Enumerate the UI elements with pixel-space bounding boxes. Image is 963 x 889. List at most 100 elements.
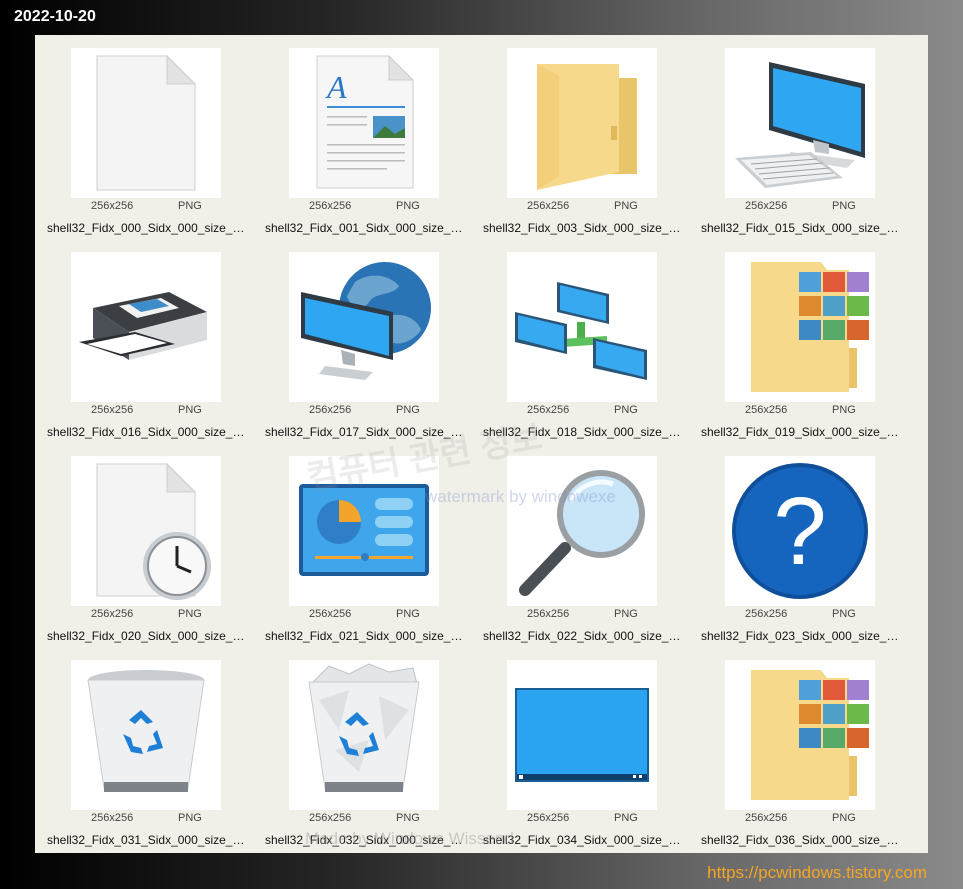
file-tile[interactable]: 256x256 PNG shell32_Fidx_031_Sidx_000_siz…	[35, 647, 253, 851]
file-tile[interactable]: 256x256 PNG shell32_Fidx_022_Sidx_000_siz…	[471, 443, 689, 647]
file-name: shell32_Fidx_003_Sidx_000_size_25...	[483, 221, 683, 235]
date-label: 2022-10-20	[14, 8, 96, 25]
format-label: PNG	[832, 608, 856, 620]
file-tile[interactable]: 256x256 PNG shell32_Fidx_003_Sidx_000_siz…	[471, 35, 689, 239]
file-name: shell32_Fidx_023_Sidx_000_size_25...	[701, 629, 901, 643]
file-tile[interactable]: 256x256 PNG shell32_Fidx_032_Sidx_000_siz…	[253, 647, 471, 851]
file-tile[interactable]: 256x256 PNG shell32_Fidx_021_Sidx_000_siz…	[253, 443, 471, 647]
pictures-folder-icon	[751, 670, 869, 800]
file-name: shell32_Fidx_001_Sidx_000_size_25...	[265, 221, 465, 235]
file-tile[interactable]: 256x256 PNG shell32_Fidx_000_Sidx_000_siz…	[35, 35, 253, 239]
computer-icon	[735, 62, 865, 188]
format-label: PNG	[614, 200, 638, 212]
thumbnail	[71, 48, 221, 198]
dimensions-label: 256x256	[91, 608, 134, 620]
format-label: PNG	[396, 812, 420, 824]
thumbnail	[71, 660, 221, 810]
thumbnail	[725, 660, 875, 810]
format-label: PNG	[396, 200, 420, 212]
file-grid: 256x256 PNG shell32_Fidx_000_Sidx_000_siz…	[35, 35, 928, 853]
format-label: PNG	[832, 812, 856, 824]
thumbnail	[71, 456, 221, 606]
file-tile[interactable]: 256x256 PNG shell32_Fidx_016_Sidx_000_siz…	[35, 239, 253, 443]
dimensions-label: 256x256	[527, 404, 570, 416]
format-label: PNG	[178, 200, 202, 212]
text-document-icon: A	[316, 54, 415, 189]
file-name: shell32_Fidx_016_Sidx_000_size_25...	[47, 425, 247, 439]
file-name: shell32_Fidx_019_Sidx_000_size_25...	[701, 425, 901, 439]
file-tile[interactable]: 256x256 PNG shell32_Fidx_017_Sidx_000_siz…	[253, 239, 471, 443]
dimensions-label: 256x256	[91, 200, 134, 212]
file-name: shell32_Fidx_020_Sidx_000_size_25...	[47, 629, 247, 643]
thumbnail: A	[289, 48, 439, 198]
svg-text:?: ?	[773, 478, 826, 585]
dimensions-label: 256x256	[527, 200, 570, 212]
search-magnifier-icon	[519, 470, 645, 596]
file-tile[interactable]: 256x256 PNG shell32_Fidx_018_Sidx_000_siz…	[471, 239, 689, 443]
file-name: shell32_Fidx_018_Sidx_000_size_25...	[483, 425, 683, 439]
format-label: PNG	[178, 404, 202, 416]
dimensions-label: 256x256	[527, 812, 570, 824]
dimensions-label: 256x256	[745, 404, 788, 416]
format-label: PNG	[614, 812, 638, 824]
dimensions-label: 256x256	[527, 608, 570, 620]
file-name: shell32_Fidx_015_Sidx_000_size_25...	[701, 221, 901, 235]
format-label: PNG	[832, 404, 856, 416]
thumbnail: ?	[725, 456, 875, 606]
folder-icon	[537, 64, 637, 190]
file-tile[interactable]: 256x256 PNG shell32_Fidx_036_Sidx_000_siz…	[689, 647, 907, 851]
dimensions-label: 256x256	[745, 608, 788, 620]
file-name: shell32_Fidx_031_Sidx_000_size_25...	[47, 833, 247, 847]
format-label: PNG	[396, 404, 420, 416]
format-label: PNG	[832, 200, 856, 212]
thumbnail	[725, 48, 875, 198]
file-name: shell32_Fidx_022_Sidx_000_size_25...	[483, 629, 683, 643]
file-name: shell32_Fidx_017_Sidx_000_size_25...	[265, 425, 465, 439]
dimensions-label: 256x256	[745, 812, 788, 824]
thumbnail	[507, 660, 657, 810]
file-tile[interactable]: 256x256 PNG shell32_Fidx_034_Sidx_000_siz…	[471, 647, 689, 851]
file-tile[interactable]: ? 256x256 PNG shell32_Fidx_023_Sidx_000_s…	[689, 443, 907, 647]
format-label: PNG	[614, 608, 638, 620]
file-name: shell32_Fidx_034_Sidx_000_size_25...	[483, 833, 683, 847]
format-label: PNG	[396, 608, 420, 620]
file-tile[interactable]: 256x256 PNG shell32_Fidx_020_Sidx_000_siz…	[35, 443, 253, 647]
format-label: PNG	[614, 404, 638, 416]
thumbnail	[507, 48, 657, 198]
thumbnail	[289, 456, 439, 606]
format-label: PNG	[178, 812, 202, 824]
svg-text:A: A	[325, 69, 347, 105]
desktop-icon	[515, 688, 649, 782]
thumbnail	[507, 252, 657, 402]
pictures-folder-icon	[751, 262, 869, 392]
file-name: shell32_Fidx_036_Sidx_000_size_25...	[701, 833, 901, 847]
printer-icon	[79, 292, 207, 360]
network-globe-icon	[301, 262, 431, 380]
thumbnail	[289, 660, 439, 810]
help-question-icon: ?	[732, 463, 868, 599]
thumbnail	[71, 252, 221, 402]
thumbnail-panel: 256x256 PNG shell32_Fidx_000_Sidx_000_siz…	[35, 35, 928, 853]
recycle-bin-full-icon	[308, 663, 420, 792]
file-name: shell32_Fidx_032_Sidx_000_size_25...	[265, 833, 465, 847]
file-tile[interactable]: 256x256 PNG shell32_Fidx_015_Sidx_000_siz…	[689, 35, 907, 239]
file-tile[interactable]: 256x256 PNG shell32_Fidx_019_Sidx_000_siz…	[689, 239, 907, 443]
dimensions-label: 256x256	[309, 200, 352, 212]
dimensions-label: 256x256	[91, 812, 134, 824]
format-label: PNG	[178, 608, 202, 620]
thumbnail	[289, 252, 439, 402]
dimensions-label: 256x256	[309, 404, 352, 416]
file-name: shell32_Fidx_021_Sidx_000_size_25...	[265, 629, 465, 643]
dimensions-label: 256x256	[309, 812, 352, 824]
blank-document-icon	[96, 54, 197, 191]
dimensions-label: 256x256	[745, 200, 788, 212]
file-tile[interactable]: A 256x256 PNG shell32_Fidx_001_Sidx_000_s…	[253, 35, 471, 239]
thumbnail	[507, 456, 657, 606]
site-url[interactable]: https://pcwindows.tistory.com	[707, 863, 927, 883]
thumbnail	[725, 252, 875, 402]
dimensions-label: 256x256	[309, 608, 352, 620]
file-name: shell32_Fidx_000_Sidx_000_size_25...	[47, 221, 247, 235]
recycle-bin-empty-icon	[87, 670, 205, 792]
control-panel-icon	[299, 484, 429, 576]
recent-document-clock-icon	[96, 462, 211, 600]
